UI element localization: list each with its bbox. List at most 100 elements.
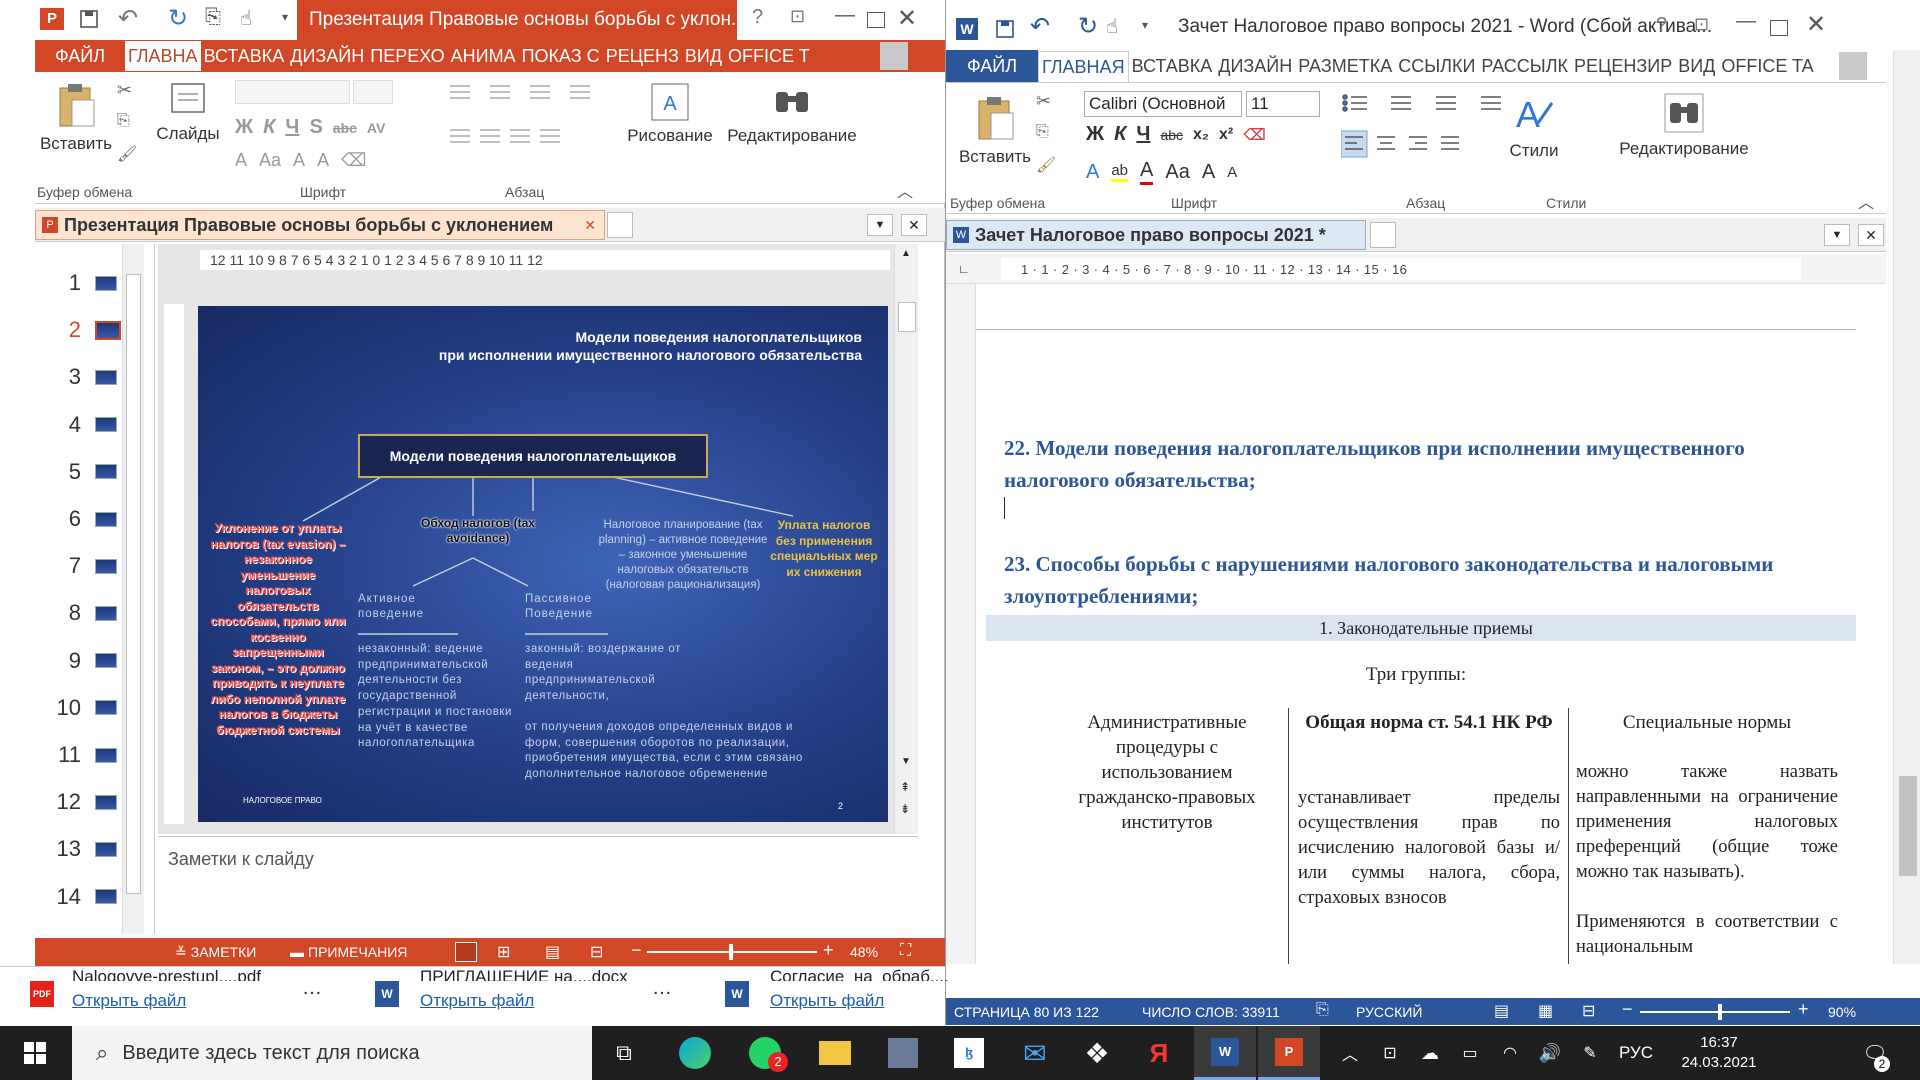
word-tab-file[interactable]: ФАЙЛ (946, 50, 1038, 82)
word-tab-mailings[interactable]: РАССЫЛК (1478, 51, 1571, 81)
taskbar-word-icon[interactable]: W (1194, 1026, 1256, 1080)
tab-design[interactable]: ДИЗАЙН (287, 41, 367, 71)
zoom-in-icon[interactable]: + (823, 940, 834, 961)
read-mode-icon[interactable]: ▤ (1494, 1001, 1509, 1021)
copy-icon[interactable]: ⎘ (117, 112, 130, 130)
slides-button[interactable]: Слайды (156, 82, 220, 144)
notes-toggle[interactable]: ≚ ЗАМЕТКИ (175, 938, 256, 966)
word-paste-button[interactable]: Вставить (959, 95, 1031, 167)
tab-file[interactable]: ФАЙЛ (35, 41, 125, 71)
font-name-box[interactable] (235, 80, 350, 104)
word-ribbon-display-icon[interactable]: ⊡ (1694, 14, 1709, 35)
help-icon[interactable]: ? (752, 6, 763, 29)
start-button[interactable] (0, 1026, 70, 1080)
word-italic-icon[interactable]: К (1114, 123, 1126, 146)
word-collapse-ribbon-icon[interactable]: ︿ (1858, 189, 1874, 213)
download-open-3[interactable]: Открыть файл (770, 991, 884, 1011)
word-tab-view[interactable]: ВИД (1675, 51, 1718, 81)
word-format-painter-icon[interactable]: 🖌 (1036, 155, 1056, 175)
grow-font-icon[interactable]: A (293, 150, 305, 171)
save-icon[interactable] (78, 8, 100, 30)
notifications-icon[interactable]: 🗨 2 (1850, 1026, 1900, 1080)
word-doc-tab[interactable]: W Зачет Налоговое право вопросы 2021 * (946, 220, 1366, 250)
new-tab-button[interactable] (607, 212, 633, 238)
slide-scroll-thumb[interactable] (898, 302, 916, 332)
word-copy-icon[interactable]: ⎘ (1036, 123, 1049, 141)
yandex-icon[interactable]: Я (1132, 1026, 1186, 1080)
battery-icon[interactable]: ▭ (1450, 1026, 1490, 1080)
next-slide-icon[interactable]: ⇟ (900, 802, 910, 816)
tab-slideshow[interactable]: ПОКАЗ С (519, 41, 603, 71)
word-shrink-icon[interactable]: A (1227, 164, 1237, 181)
drawing-button[interactable]: A Рисование (625, 82, 715, 146)
spacing-icon[interactable]: AV (367, 120, 385, 136)
clock[interactable]: 16:37 24.03.2021 (1664, 1026, 1774, 1080)
zoom-out-icon[interactable]: − (631, 940, 642, 961)
word-qat-icon[interactable]: ▾ (1142, 18, 1148, 32)
close-icon[interactable]: ✕ (897, 4, 917, 33)
word-user-avatar[interactable] (1839, 52, 1867, 80)
tab-view[interactable]: ВИД (682, 41, 725, 71)
word-touch-icon[interactable]: ☝ (1106, 14, 1118, 39)
word-font-size[interactable]: 11 (1246, 91, 1320, 117)
show-hidden-icon[interactable]: ︿ (1330, 1026, 1370, 1080)
word-strike-icon[interactable]: abc (1160, 127, 1183, 143)
word-font-color-icon[interactable]: A (1140, 159, 1154, 185)
download-more-2[interactable]: … (652, 977, 672, 1000)
underline-icon[interactable]: Ч (285, 116, 299, 139)
word-save-icon[interactable] (994, 18, 1016, 40)
subscript-icon[interactable]: x₂ (1193, 126, 1209, 144)
word-undo-icon[interactable]: ↶ (1030, 12, 1050, 41)
word-zoom-thumb[interactable] (1718, 1004, 1722, 1020)
slide[interactable]: Модели поведения налогоплательщиков при … (198, 306, 888, 822)
reading-view-icon[interactable]: ▤ (545, 942, 560, 962)
ppt-app-icon[interactable]: P (40, 8, 64, 30)
word-tab-review[interactable]: РЕЦЕНЗИР (1571, 51, 1675, 81)
word-maximize-icon[interactable] (1770, 20, 1788, 36)
word-underline-icon[interactable]: Ч (1136, 123, 1150, 146)
close-tab-icon[interactable]: ✕ (584, 217, 596, 234)
download-open-2[interactable]: Открыть файл (420, 991, 534, 1011)
print-layout-icon[interactable]: ▦ (1538, 1001, 1553, 1021)
tab-animations[interactable]: АНИМА (448, 41, 519, 71)
download-item-3[interactable]: W Согласие_на_обраб.... Открыть файл (725, 967, 949, 1017)
mail-icon[interactable]: ✉ (1008, 1026, 1062, 1080)
cut-icon[interactable]: ✂ (117, 80, 132, 101)
fit-slide-icon[interactable]: ⛶ (900, 942, 911, 960)
taskbar-ppt-icon[interactable]: P (1258, 1026, 1320, 1080)
styles-button[interactable]: A Стили (1494, 93, 1574, 161)
search-box[interactable]: ⌕ Введите здесь текст для поиска (72, 1026, 592, 1080)
download-open-1[interactable]: Открыть файл (72, 991, 186, 1011)
word-zoom-out-icon[interactable]: − (1622, 999, 1633, 1020)
word-count[interactable]: ЧИСЛО СЛОВ: 33911 (1142, 1004, 1280, 1020)
sorter-view-icon[interactable]: ⊞ (497, 942, 510, 962)
meet-icon[interactable]: ⊡ (1370, 1026, 1410, 1080)
ppt-zoom-level[interactable]: 48% (850, 944, 878, 960)
word-cut-icon[interactable]: ✂ (1036, 91, 1051, 112)
dropbox-icon[interactable]: ❖ (1070, 1026, 1124, 1080)
word-tab-insert[interactable]: ВСТАВКА (1129, 51, 1216, 81)
maximize-icon[interactable] (867, 12, 885, 28)
ribbon-display-icon[interactable]: ⊡ (790, 6, 805, 27)
word-bold-icon[interactable]: Ж (1086, 123, 1104, 146)
clear-format-icon[interactable]: ⌫ (341, 150, 366, 171)
word-zoom-in-icon[interactable]: + (1798, 999, 1809, 1020)
word-font-name[interactable]: Calibri (Основной (1084, 91, 1242, 117)
zoom-slider[interactable] (647, 944, 817, 960)
prev-slide-icon[interactable]: ⇞ (900, 780, 910, 794)
word-case-icon[interactable]: Aa (1165, 161, 1189, 184)
onedrive-icon[interactable]: ☁ (1410, 1026, 1450, 1080)
word-zoom-slider[interactable] (1640, 1004, 1790, 1020)
italic-icon[interactable]: К (263, 116, 275, 139)
whatsapp-icon[interactable]: 2 (738, 1026, 792, 1080)
volume-icon[interactable]: 🔊 (1530, 1026, 1570, 1080)
word-vscroll[interactable] (1893, 50, 1920, 964)
word-close-doc-icon[interactable]: ✕ (1858, 224, 1884, 246)
page-count[interactable]: СТРАНИЦА 80 ИЗ 122 (954, 1004, 1099, 1020)
download-item-2[interactable]: W ПРИГЛАШЕНИЕ на....docx Открыть файл … (375, 967, 675, 1017)
app-icon-blue[interactable]: ɮ (942, 1026, 996, 1080)
close-doc-icon[interactable]: ✕ (901, 214, 927, 236)
minimize-icon[interactable]: — (835, 4, 855, 27)
scroll-down-icon[interactable]: ▼ (901, 756, 911, 767)
word-grow-icon[interactable]: A (1202, 161, 1215, 184)
